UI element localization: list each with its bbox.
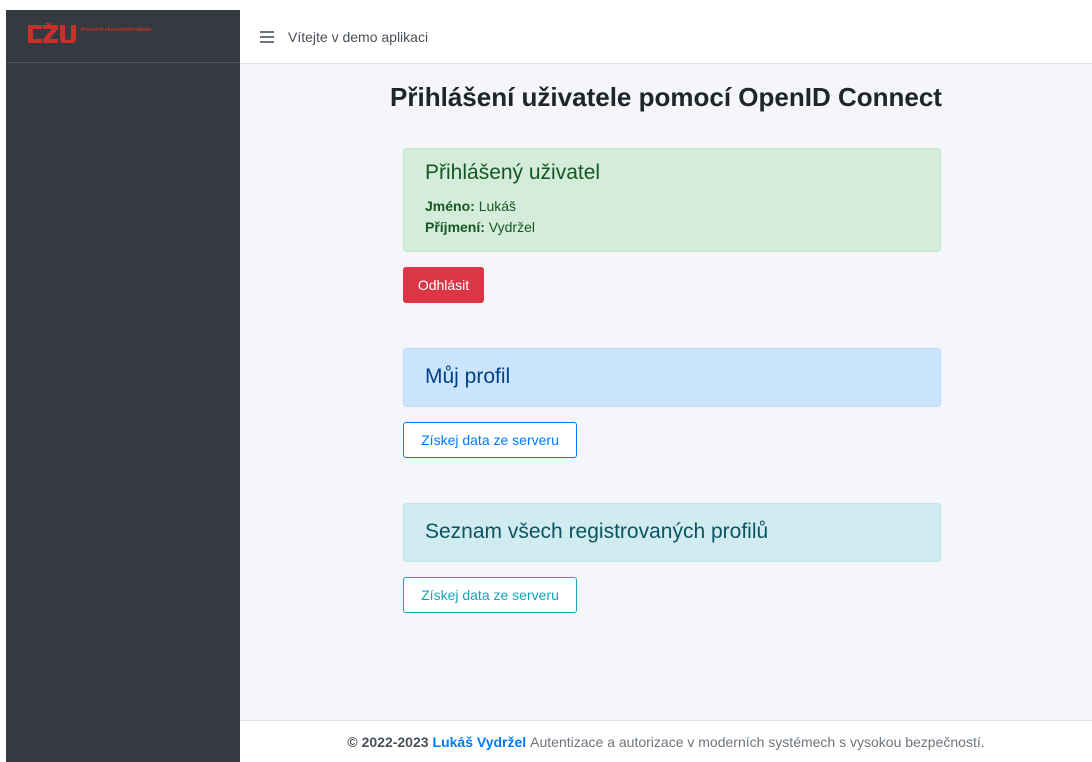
- my-profile-heading: Můj profil: [425, 365, 511, 388]
- top-navbar: Vítejte v demo aplikaci: [240, 10, 1092, 64]
- navbar-title: Vítejte v demo aplikaci: [288, 28, 429, 45]
- logged-user-card: Přihlášený uživatel Jméno: Lukáš Příjmen…: [403, 148, 941, 252]
- brand-logo-link[interactable]: Provozně ekonomická fakulta: [6, 10, 240, 63]
- first-name-label: Jméno:: [425, 198, 475, 214]
- logo-text: Provozně ekonomická fakulta: [81, 27, 152, 33]
- content-wrapper: Přihlášení uživatele pomocí OpenID Conne…: [240, 64, 1092, 720]
- footer-text: Autentizace a autorizace v moderních sys…: [530, 733, 985, 750]
- last-name-label: Příjmení:: [425, 219, 485, 235]
- my-profile-card: Můj profil: [403, 348, 941, 407]
- hamburger-icon[interactable]: [260, 30, 274, 43]
- last-name-row: Příjmení: Vydržel: [425, 217, 919, 238]
- fetch-my-profile-button[interactable]: Získej data ze serveru: [403, 422, 577, 458]
- footer-copyright: © 2022-2023: [347, 733, 429, 750]
- logged-user-heading: Přihlášený uživatel: [425, 161, 601, 184]
- sidebar: Provozně ekonomická fakulta: [6, 10, 240, 762]
- last-name-value: Vydržel: [488, 219, 535, 235]
- fetch-all-profiles-button[interactable]: Získej data ze serveru: [403, 577, 577, 613]
- footer: © 2022-2023 Lukáš Vydržel Autentizace a …: [240, 720, 1092, 762]
- page-title: Přihlášení uživatele pomocí OpenID Conne…: [390, 82, 942, 112]
- first-name-value: Lukáš: [478, 198, 517, 214]
- logout-button[interactable]: Odhlásit: [403, 267, 484, 303]
- all-profiles-card: Seznam všech registrovaných profilů: [403, 503, 941, 562]
- czu-logo: [26, 22, 78, 46]
- footer-author-link[interactable]: Lukáš Vydržel: [433, 734, 527, 750]
- all-profiles-heading: Seznam všech registrovaných profilů: [425, 520, 769, 543]
- first-name-row: Jméno: Lukáš: [425, 196, 919, 217]
